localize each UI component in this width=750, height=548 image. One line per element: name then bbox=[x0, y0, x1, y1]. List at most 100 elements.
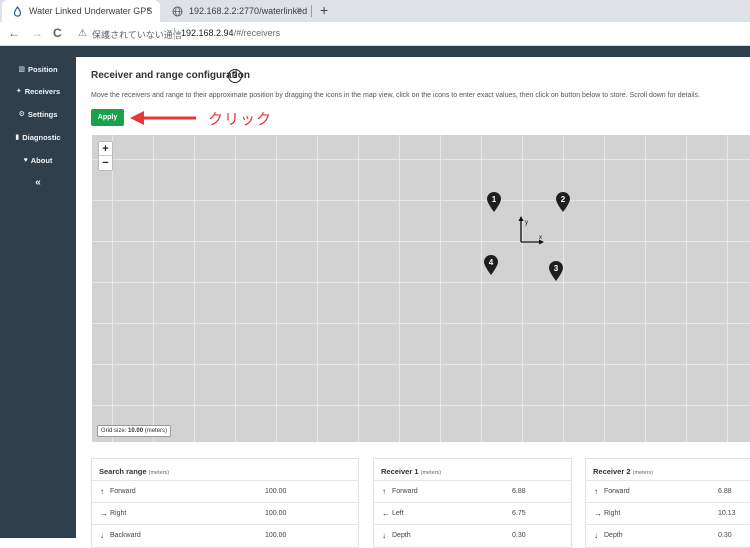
browser-tab-bar: Water Linked Underwater GPS × 192.168.2.… bbox=[0, 0, 750, 22]
tab-close-icon[interactable]: × bbox=[296, 5, 302, 16]
double-chevron-left-icon: « bbox=[35, 176, 41, 188]
sidebar-item-label: Receivers bbox=[24, 86, 61, 96]
table-row[interactable]: ← Left 6.75 bbox=[374, 502, 571, 524]
page-title: Receiver and range configuration bbox=[91, 70, 250, 81]
url-path: /#/receivers bbox=[233, 28, 281, 38]
row-value: 6.75 bbox=[512, 510, 526, 517]
map-view[interactable]: + − 1 2 3 4 y x Grid size: 10.00 (meters… bbox=[92, 135, 750, 442]
tab-divider bbox=[311, 5, 312, 17]
row-value: 100.00 bbox=[265, 510, 287, 517]
water-drop-icon bbox=[12, 5, 23, 17]
marker-label: 2 bbox=[560, 195, 566, 204]
axis-x-label: x bbox=[539, 235, 542, 241]
sidebar-item-position[interactable]: ▥ Position bbox=[0, 59, 76, 79]
tab-title: Water Linked Underwater GPS bbox=[29, 6, 153, 16]
apply-button[interactable]: Apply bbox=[91, 109, 124, 126]
warning-icon[interactable]: ⚠ bbox=[78, 27, 87, 40]
arrow-up-icon: ↑ bbox=[382, 487, 386, 496]
heart-icon: ♥ bbox=[23, 156, 28, 164]
row-value: 6.88 bbox=[718, 488, 732, 495]
main-panel: Receiver and range configuration ? Move … bbox=[83, 62, 750, 548]
zoom-control: + − bbox=[98, 141, 113, 171]
card-title-text: Receiver 2 bbox=[593, 467, 631, 476]
marker-label: 4 bbox=[488, 258, 494, 267]
sidebar: ▥ Position ✦ Receivers ⚙ Settings ▮ Diag… bbox=[0, 57, 76, 538]
new-tab-icon[interactable]: + bbox=[320, 3, 328, 18]
tab-waterlinked-local[interactable]: 192.168.2.2:2770/waterlinked × bbox=[162, 0, 310, 22]
card-unit: (meters) bbox=[632, 470, 654, 476]
reload-icon[interactable]: C bbox=[53, 26, 62, 41]
help-icon[interactable]: ? bbox=[228, 69, 242, 83]
row-value: 100.00 bbox=[265, 488, 287, 495]
sidebar-item-about[interactable]: ♥ About bbox=[0, 150, 76, 170]
arrow-down-icon: ↓ bbox=[382, 531, 386, 540]
annotation-label: クリック bbox=[208, 110, 273, 128]
url-host: 192.168.2.94 bbox=[181, 28, 234, 38]
card-title-text: Search range bbox=[99, 467, 147, 476]
arrow-left-icon: ← bbox=[382, 509, 390, 518]
globe-icon bbox=[172, 6, 183, 17]
axis-y-label: y bbox=[525, 220, 528, 226]
receiver-1-card: Receiver 1 (meters) ↑ Forward 6.88 ← Lef… bbox=[373, 458, 572, 548]
table-row[interactable]: → Right 100.00 bbox=[92, 502, 358, 524]
zoom-in-button[interactable]: + bbox=[99, 142, 112, 156]
url-field[interactable]: 192.168.2.94/#/receivers bbox=[181, 28, 280, 38]
annotation-arrow-icon bbox=[130, 111, 196, 125]
map-icon: ▥ bbox=[18, 66, 26, 73]
forward-icon[interactable]: → bbox=[31, 26, 43, 41]
row-label: Forward bbox=[604, 488, 630, 495]
arrow-up-icon: ↑ bbox=[594, 487, 598, 496]
sidebar-item-label: Diagnostic bbox=[22, 132, 61, 142]
card-title: Receiver 2 (meters) bbox=[593, 467, 653, 476]
arrow-right-icon: → bbox=[594, 509, 602, 518]
arrow-up-icon: ↑ bbox=[100, 487, 104, 496]
tab-water-linked[interactable]: Water Linked Underwater GPS × bbox=[2, 0, 160, 22]
card-unit: (meters) bbox=[420, 470, 442, 476]
arrow-right-icon: → bbox=[100, 509, 108, 518]
page-description: Move the receivers and range to their ap… bbox=[91, 92, 700, 99]
address-bar: ← → C ⚠ 保護されていない通信 192.168.2.94/#/receiv… bbox=[0, 22, 750, 46]
row-value: 6.88 bbox=[512, 488, 526, 495]
sidebar-collapse-button[interactable]: « bbox=[0, 172, 76, 192]
table-row[interactable]: ↓ Depth 0.30 bbox=[374, 524, 571, 546]
card-title-text: Receiver 1 bbox=[381, 467, 419, 476]
table-row[interactable]: ↓ Depth 0.30 bbox=[586, 524, 750, 546]
receiver-2-card: Receiver 2 (meters) ↑ Forward 6.88 → Rig… bbox=[585, 458, 750, 548]
table-row[interactable]: ↓ Backward 100.00 bbox=[92, 524, 358, 546]
receiver-marker-1[interactable]: 1 bbox=[487, 192, 501, 212]
receiver-marker-4[interactable]: 4 bbox=[484, 255, 498, 275]
arrow-down-icon: ↓ bbox=[100, 531, 104, 540]
app-header-strip bbox=[0, 46, 750, 57]
gear-icon: ⚙ bbox=[18, 111, 25, 118]
table-row[interactable]: ↑ Forward 6.88 bbox=[586, 480, 750, 502]
search-range-card: Search range (meters) ↑ Forward 100.00 →… bbox=[91, 458, 359, 548]
security-status[interactable]: 保護されていない通信 bbox=[92, 28, 182, 41]
row-label: Right bbox=[110, 510, 127, 517]
row-value: 10.13 bbox=[718, 510, 736, 517]
zoom-out-button[interactable]: − bbox=[99, 156, 112, 170]
table-row[interactable]: ↑ Forward 100.00 bbox=[92, 480, 358, 502]
row-label: Right bbox=[604, 510, 621, 517]
marker-label: 1 bbox=[491, 195, 497, 204]
sidebar-item-label: About bbox=[30, 155, 53, 165]
tab-close-icon[interactable]: × bbox=[146, 5, 152, 16]
card-title: Receiver 1 (meters) bbox=[381, 467, 441, 476]
back-icon[interactable]: ← bbox=[8, 26, 20, 41]
sidebar-item-receivers[interactable]: ✦ Receivers bbox=[0, 81, 76, 101]
grid-size-label: Grid size: bbox=[101, 428, 127, 434]
table-row[interactable]: → Right 10.13 bbox=[586, 502, 750, 524]
sidebar-item-label: Settings bbox=[27, 109, 58, 119]
bar-chart-icon: ▮ bbox=[15, 134, 20, 141]
grid-size-value: 10.00 bbox=[128, 428, 144, 434]
origin-axes-icon: y x bbox=[518, 216, 544, 245]
arrow-down-icon: ↓ bbox=[594, 531, 598, 540]
receiver-marker-3[interactable]: 3 bbox=[549, 261, 563, 281]
receiver-marker-2[interactable]: 2 bbox=[556, 192, 570, 212]
table-row[interactable]: ↑ Forward 6.88 bbox=[374, 480, 571, 502]
row-label: Forward bbox=[110, 488, 136, 495]
pin-icon: ✦ bbox=[15, 88, 22, 95]
sidebar-item-settings[interactable]: ⚙ Settings bbox=[0, 104, 76, 124]
address-divider bbox=[174, 28, 175, 40]
card-title: Search range (meters) bbox=[99, 467, 169, 476]
sidebar-item-diagnostic[interactable]: ▮ Diagnostic bbox=[0, 127, 76, 147]
